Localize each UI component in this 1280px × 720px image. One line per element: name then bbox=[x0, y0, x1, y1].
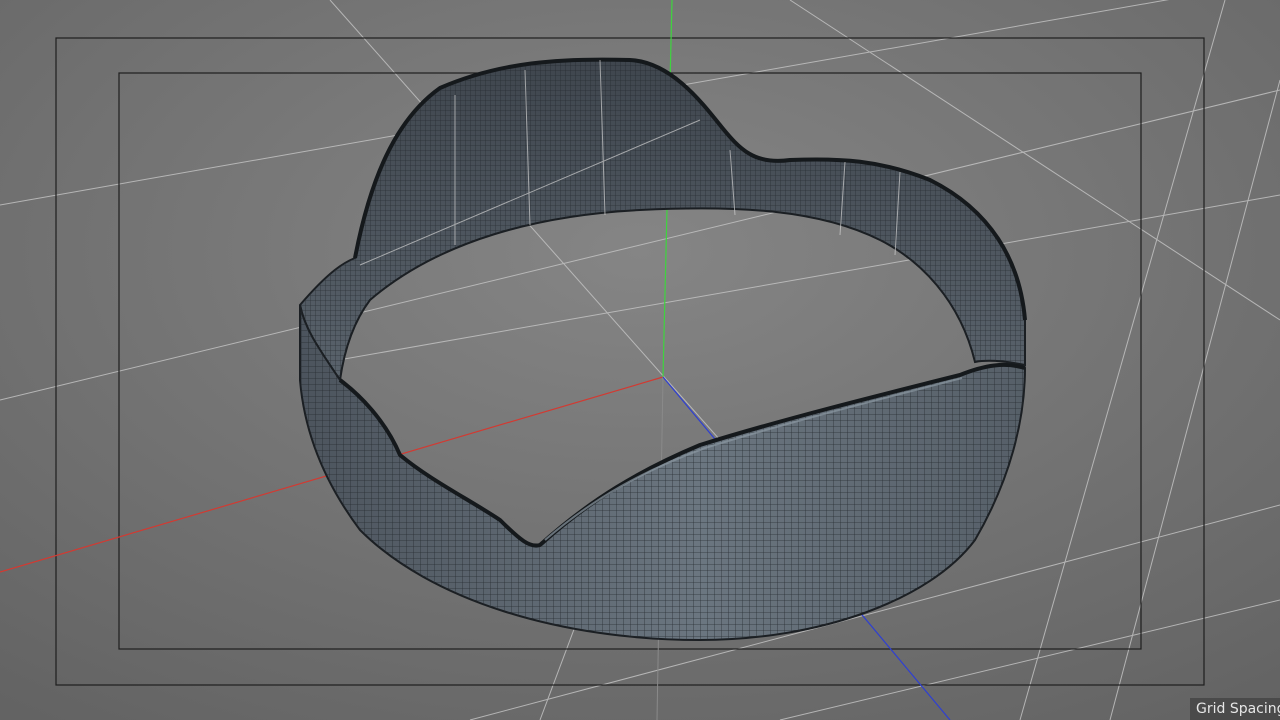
3d-viewport[interactable]: Grid Spacing bbox=[0, 0, 1280, 720]
viewport-scene bbox=[0, 0, 1280, 720]
grid-spacing-label: Grid Spacing bbox=[1190, 698, 1280, 720]
